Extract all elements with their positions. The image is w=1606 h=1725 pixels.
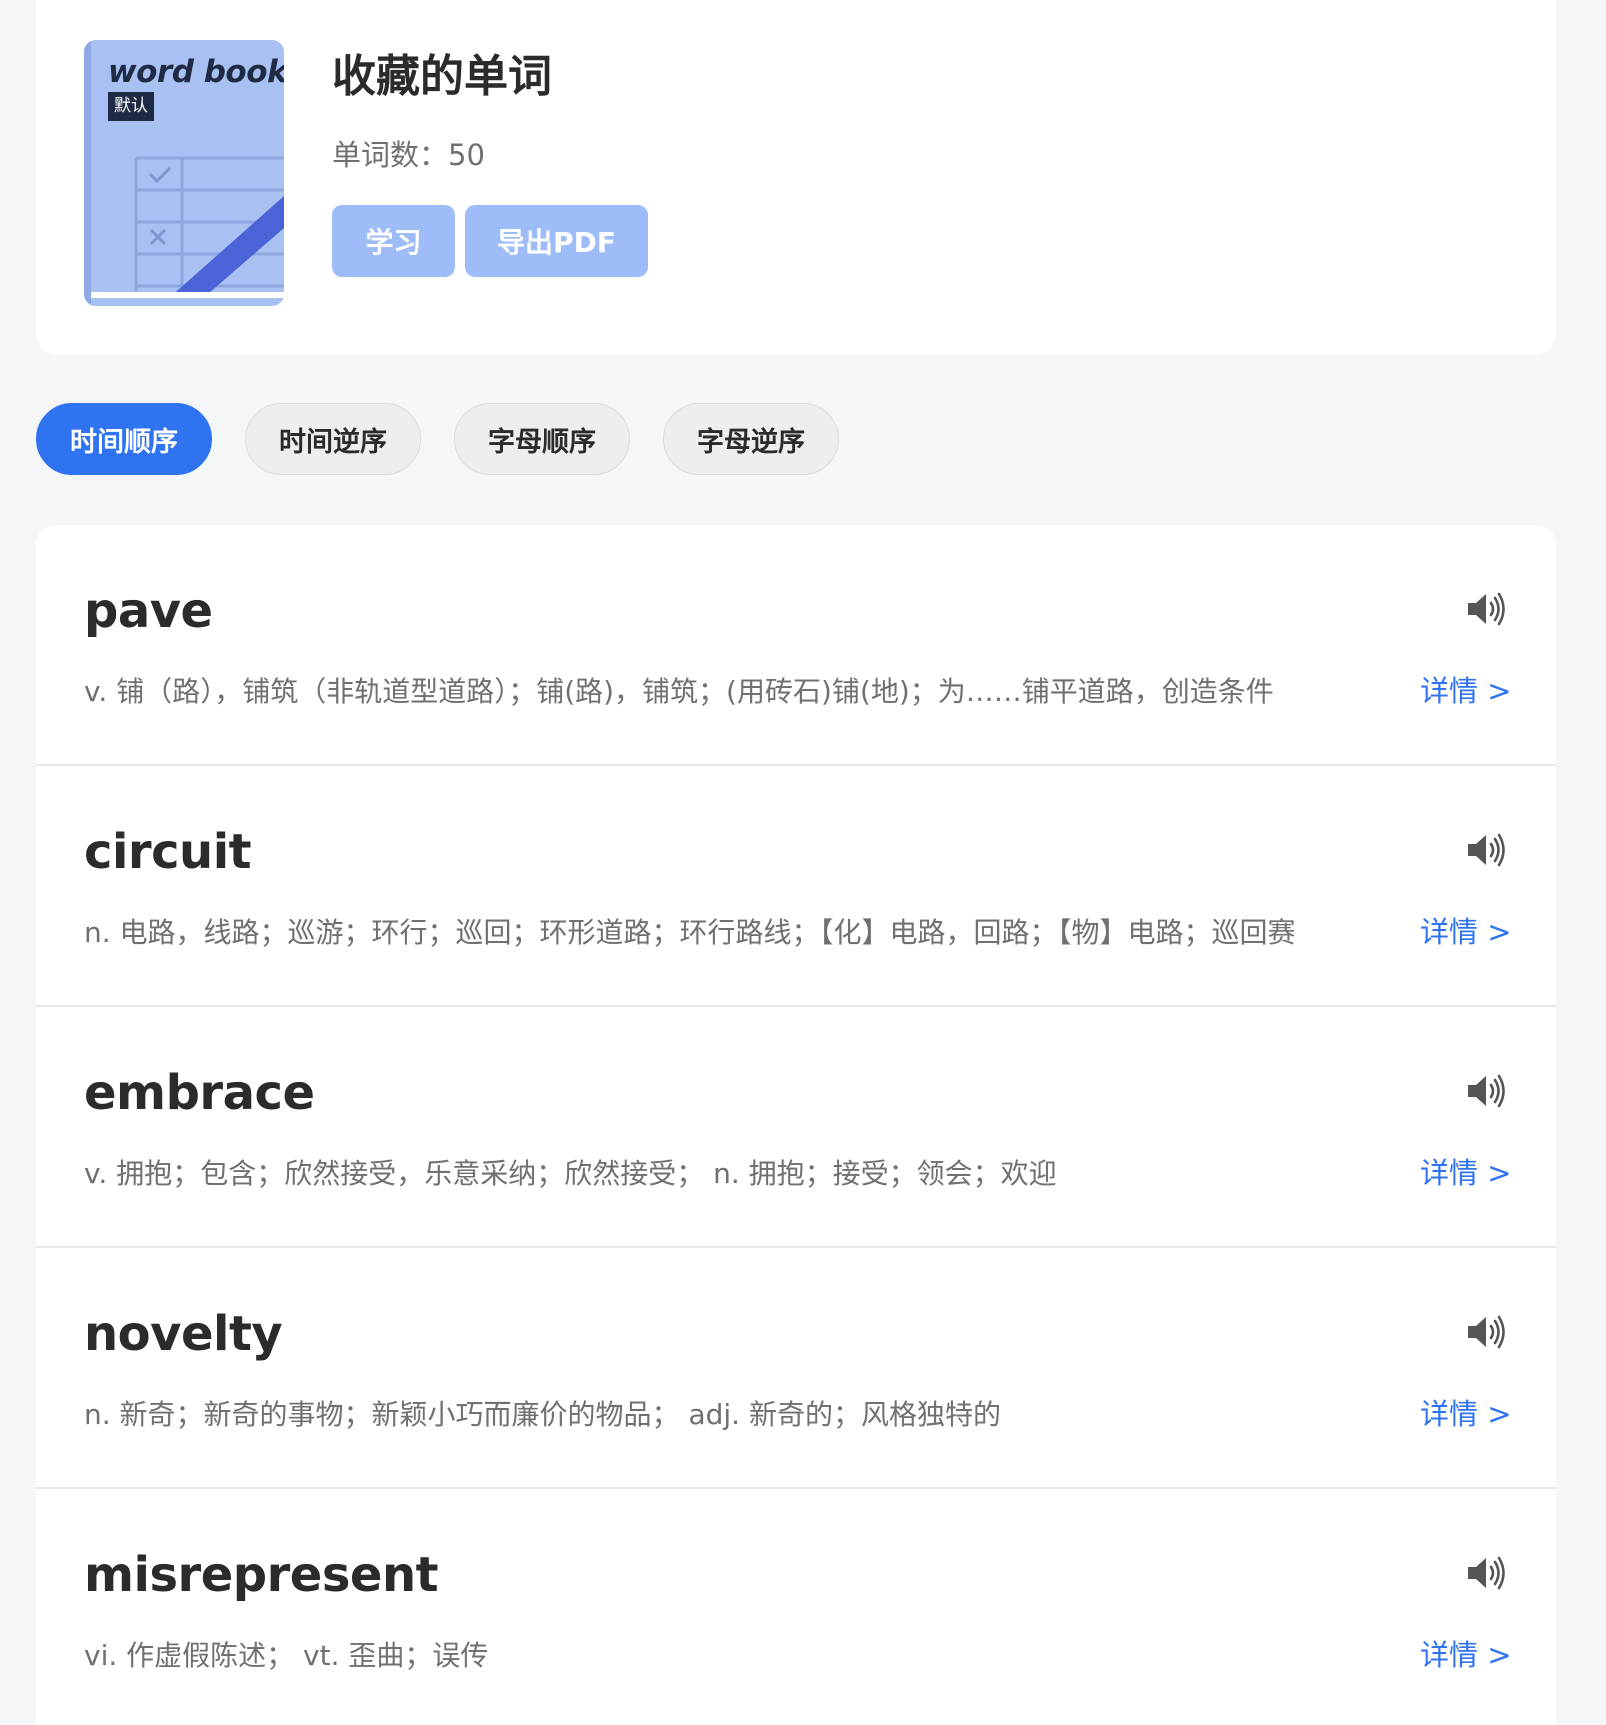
word-count: 单词数：50 [332,132,485,174]
wordbook-header-card: word book 默认 收藏的单词 单词数：50 学习 导出PDF [36,0,1556,354]
detail-link[interactable]: 详情 > [1420,1391,1512,1433]
detail-link[interactable]: 详情 > [1420,909,1512,951]
list-item: embrace v. 拥抱；包含；欣然接受，乐意采纳；欣然接受； n. 拥抱；接… [36,1007,1556,1248]
speaker-icon[interactable] [1466,1314,1508,1350]
list-item: pave v. 铺（路），铺筑（非轨道型道路）；铺(路)，铺筑；(用砖石)铺(地… [36,525,1556,766]
word-text: circuit [84,824,252,880]
cover-title: word book [108,54,284,90]
word-count-label: 单词数： [332,138,449,172]
export-pdf-button[interactable]: 导出PDF [465,205,648,277]
detail-link[interactable]: 详情 > [1420,668,1512,710]
speaker-icon[interactable] [1466,1073,1508,1109]
word-text: pave [84,583,213,639]
list-item: circuit n. 电路，线路；巡游；环行；巡回；环形道路；环行路线；【化】电… [36,766,1556,1007]
word-text: novelty [84,1306,283,1362]
speaker-icon[interactable] [1466,591,1508,627]
word-count-value: 50 [448,138,485,172]
word-list: pave v. 铺（路），铺筑（非轨道型道路）；铺(路)，铺筑；(用砖石)铺(地… [36,525,1556,1725]
list-item: novelty n. 新奇；新奇的事物；新颖小巧而廉价的物品； adj. 新奇的… [36,1248,1556,1489]
page-title: 收藏的单词 [332,51,552,102]
word-definition: n. 新奇；新奇的事物；新颖小巧而廉价的物品； adj. 新奇的；风格独特的 [84,1398,1001,1431]
detail-link[interactable]: 详情 > [1420,1150,1512,1192]
book-cover: word book 默认 [84,40,284,306]
word-definition: n. 电路，线路；巡游；环行；巡回；环形道路；环行路线；【化】电路，回路；【物】… [84,916,1296,949]
word-definition: v. 铺（路），铺筑（非轨道型道路）；铺(路)，铺筑；(用砖石)铺(地)；为……… [84,675,1274,708]
speaker-icon[interactable] [1466,1555,1508,1591]
tab-alpha-asc[interactable]: 字母顺序 [454,403,630,475]
word-text: embrace [84,1065,315,1121]
learn-button[interactable]: 学习 [332,205,455,277]
word-text: misrepresent [84,1547,439,1603]
detail-link[interactable]: 详情 > [1420,1632,1512,1674]
tab-time-asc[interactable]: 时间顺序 [36,403,212,475]
speaker-icon[interactable] [1466,832,1508,868]
word-definition: v. 拥抱；包含；欣然接受，乐意采纳；欣然接受； n. 拥抱；接受；领会；欢迎 [84,1157,1057,1190]
cover-tag: 默认 [108,92,154,121]
list-item: misrepresent vi. 作虚假陈述； vt. 歪曲；误传 详情 > [36,1489,1556,1725]
tab-time-desc[interactable]: 时间逆序 [245,403,421,475]
tab-alpha-desc[interactable]: 字母逆序 [663,403,839,475]
word-definition: vi. 作虚假陈述； vt. 歪曲；误传 [84,1639,489,1672]
